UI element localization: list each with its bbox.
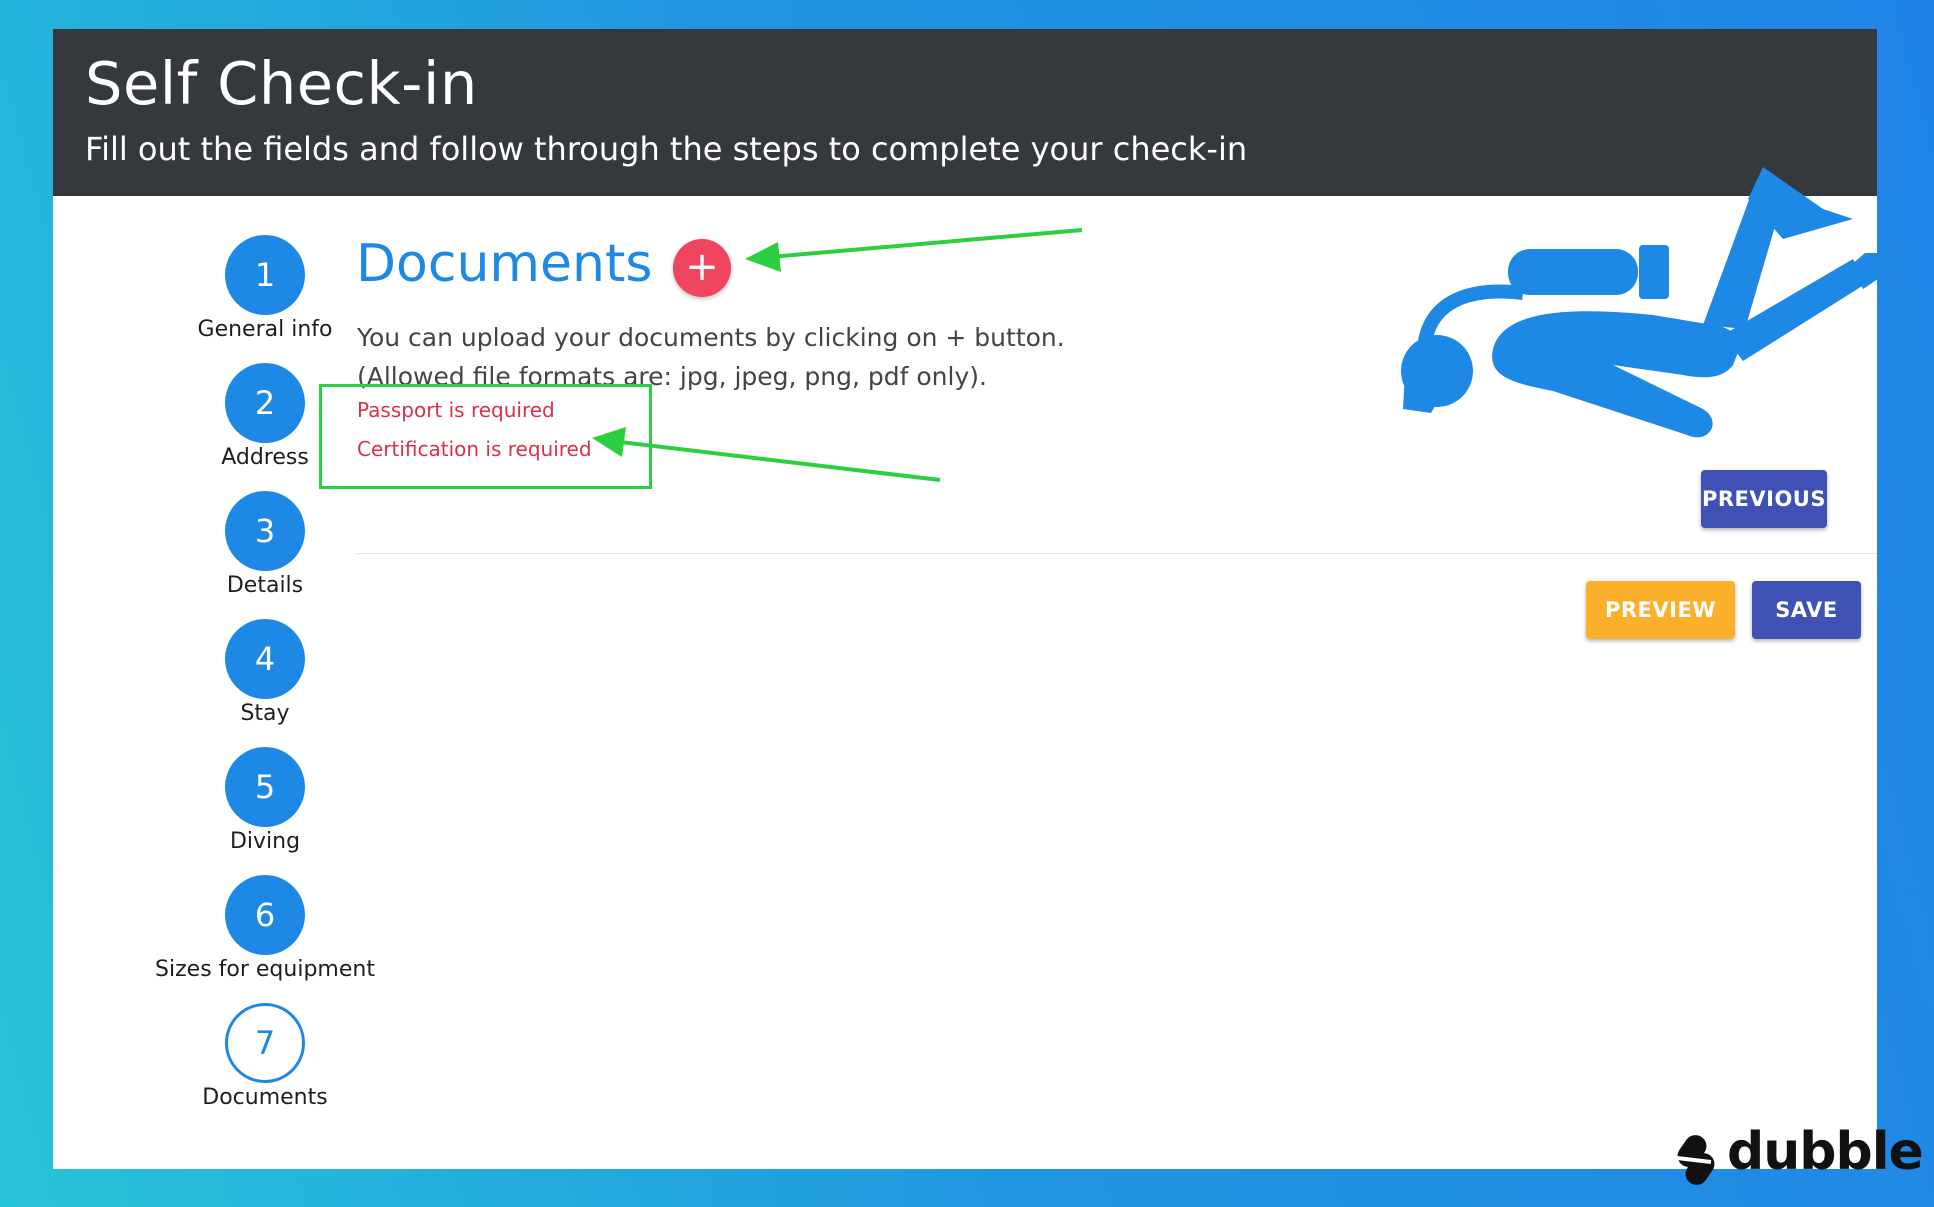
step-label: Details <box>226 573 304 598</box>
step-label: General info <box>197 317 333 342</box>
plus-icon: + <box>685 244 719 290</box>
step-number: 2 <box>225 363 305 443</box>
step-number: 6 <box>225 875 305 955</box>
diver-icon <box>1401 167 1909 438</box>
step-label: Stay <box>240 701 290 726</box>
step-label: Sizes for equipment <box>155 957 375 982</box>
step-diving[interactable]: 5 Diving <box>145 747 385 854</box>
instructions-line-1: You can upload your documents by clickin… <box>357 323 1065 352</box>
step-details[interactable]: 3 Details <box>145 491 385 598</box>
step-label: Documents <box>202 1085 328 1110</box>
step-general-info[interactable]: 1 General info <box>145 235 385 342</box>
section-title: Documents <box>356 234 653 294</box>
step-number: 5 <box>225 747 305 827</box>
step-documents[interactable]: 7 Documents <box>145 1003 385 1110</box>
brand-name: dubble <box>1727 1122 1924 1182</box>
annotation-highlight-box <box>319 384 652 489</box>
step-sizes-for-equipment[interactable]: 6 Sizes for equipment <box>145 875 385 982</box>
step-number: 3 <box>225 491 305 571</box>
add-document-button[interactable]: + <box>673 239 731 297</box>
page-title: Self Check-in <box>85 49 478 118</box>
page-subtitle: Fill out the fields and follow through t… <box>85 130 1248 168</box>
step-label: Diving <box>229 829 301 854</box>
checkin-card: Self Check-in Fill out the fields and fo… <box>53 29 1909 1169</box>
previous-button[interactable]: PREVIOUS <box>1701 470 1827 528</box>
step-stay[interactable]: 4 Stay <box>145 619 385 726</box>
save-button[interactable]: SAVE <box>1752 581 1861 639</box>
section-divider <box>356 553 1877 554</box>
step-number-current: 7 <box>225 1003 305 1083</box>
step-number: 4 <box>225 619 305 699</box>
preview-button[interactable]: PREVIEW <box>1586 581 1735 639</box>
dubble-logo-icon <box>1676 1135 1715 1185</box>
step-number: 1 <box>225 235 305 315</box>
